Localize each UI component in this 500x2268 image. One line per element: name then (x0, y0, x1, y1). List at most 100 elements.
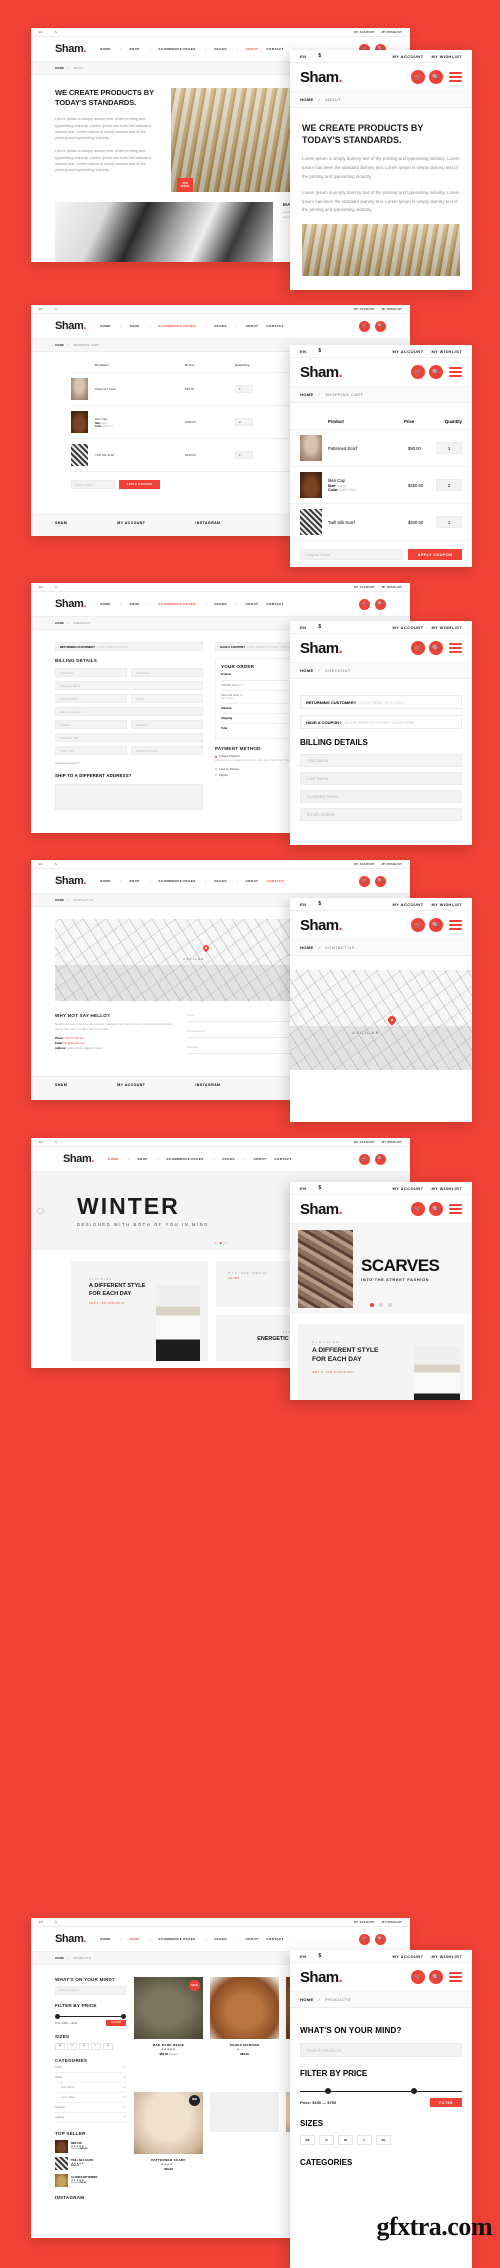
lang-selector[interactable]: EN (39, 308, 43, 311)
address2-field[interactable]: Address 2 (131, 720, 203, 729)
nav-item-shop[interactable]: SHOP (130, 879, 140, 883)
size-option-s[interactable]: S (67, 2043, 77, 2050)
category-item[interactable]: Side Tables (4) (55, 2083, 126, 2093)
returning-customer-notice[interactable]: RETURNING CUSTOMER? CLICK HERE TO LOGIN (55, 642, 203, 651)
nav-item-about[interactable]: ABOUT (246, 47, 259, 51)
currency-selector[interactable]: $ (318, 624, 321, 630)
lang-selector[interactable]: EN (300, 1954, 306, 1959)
my-account-link[interactable]: MY ACCOUNT (354, 1141, 374, 1144)
slider-handle-min[interactable] (325, 2088, 331, 2094)
last-name-field[interactable]: Last Name (131, 668, 203, 677)
hamburger-icon[interactable] (449, 920, 462, 930)
nav-item-ecommerce-pages[interactable]: ECOMMERCE PAGES (159, 602, 196, 606)
nav-item-pages[interactable]: PAGES (214, 324, 226, 328)
logo[interactable]: Sham. (55, 598, 86, 610)
search-icon[interactable]: 🔍 (429, 365, 443, 379)
last-name-field[interactable]: Last Name (300, 772, 462, 785)
nav-item-contact[interactable]: CONTACT (266, 1937, 283, 1941)
nav-item-about[interactable]: ABOUT (246, 1937, 259, 1941)
nav-item-about[interactable]: ABOUT (254, 1157, 267, 1161)
search-icon[interactable]: 🔍 (375, 598, 386, 610)
my-wishlist-link[interactable]: MY WISHLIST (382, 863, 402, 866)
phone-field[interactable]: Phone (131, 694, 203, 703)
nav-item-contact[interactable]: CONTACT (266, 324, 283, 328)
category-item[interactable]: Lunch Tables (5) (55, 2093, 126, 2103)
company-name-field[interactable]: Company Name (300, 790, 462, 803)
product-card[interactable]: NEW PATTERNED SCARF ★★★★★ $39.99 (134, 2091, 203, 2200)
search-icon[interactable]: 🔍 (375, 320, 386, 332)
category-item[interactable]: Couches (3) (55, 2103, 126, 2113)
lang-selector[interactable]: EN (39, 863, 43, 866)
breadcrumb-home[interactable]: HOME (55, 899, 64, 902)
my-wishlist-link[interactable]: MY WISHLIST (431, 54, 462, 59)
quantity-stepper[interactable]: 1 (436, 516, 462, 528)
quantity-stepper[interactable]: 2 (436, 479, 462, 491)
search-icon[interactable]: 🔍 (429, 70, 443, 84)
slider-handle-max[interactable] (411, 2088, 417, 2094)
product-card[interactable]: SALE BAG DARK BEIGE ★★★★★ $66.50 $90.00 (134, 1977, 203, 2085)
company-name-field[interactable]: Company Name (55, 681, 203, 690)
logo[interactable]: Sham. (55, 43, 86, 55)
size-option-xs[interactable]: XS (300, 2135, 315, 2145)
country-select[interactable]: Select a Country... (55, 707, 203, 716)
category-item[interactable]: Lighting (7) (55, 2113, 126, 2123)
address-field[interactable]: Address (55, 720, 127, 729)
cart-icon[interactable]: 🛒 (359, 598, 370, 610)
top-seller-item[interactable]: MEN CAP ★★★★★ $550.00 $450.00 (55, 2139, 126, 2153)
cart-icon[interactable]: 🛒 (411, 1970, 425, 1984)
cart-icon[interactable]: 🛒 (359, 1933, 370, 1945)
breadcrumb-home[interactable]: HOME (55, 344, 64, 347)
promo-card-clothing[interactable]: CLOTHING A DIFFERENT STYLE FOR EACH DAY … (71, 1261, 208, 1361)
top-seller-item[interactable]: TWILL SILK SCARF ★★★★★ $200.00 (55, 2156, 126, 2170)
cart-icon[interactable]: 🛒 (359, 875, 370, 887)
currency-selector[interactable]: $ (318, 901, 321, 907)
product-name[interactable]: Men Cap (328, 478, 408, 483)
product-name[interactable]: Twill Silk Scarf (95, 453, 185, 457)
size-option-l[interactable]: L (91, 2043, 101, 2050)
breadcrumb-home[interactable]: HOME (300, 1997, 314, 2002)
logo[interactable]: Sham. (300, 364, 343, 381)
nav-item-ecommerce-pages[interactable]: ECOMMERCE PAGES (159, 324, 196, 328)
lang-selector[interactable]: EN (300, 54, 306, 59)
logo[interactable]: Sham. (55, 1933, 86, 1945)
nav-item-shop[interactable]: SHOP (138, 1157, 148, 1161)
breadcrumb-home[interactable]: HOME (55, 67, 64, 70)
my-account-link[interactable]: MY ACCOUNT (354, 863, 374, 866)
phone-value[interactable]: +44 121 000 111 (65, 1037, 84, 1040)
my-account-link[interactable]: MY ACCOUNT (393, 1186, 424, 1191)
my-wishlist-link[interactable]: MY WISHLIST (431, 625, 462, 630)
currency-selector[interactable]: $ (318, 53, 321, 59)
logo[interactable]: Sham. (55, 320, 86, 332)
nav-item-shop[interactable]: SHOP (130, 324, 140, 328)
my-account-link[interactable]: MY ACCOUNT (354, 586, 374, 589)
filter-button[interactable]: FILTER (430, 2098, 462, 2107)
lang-selector[interactable]: EN (300, 349, 306, 354)
my-wishlist-link[interactable]: MY WISHLIST (431, 902, 462, 907)
my-account-link[interactable]: MY ACCOUNT (393, 625, 424, 630)
quantity-stepper[interactable]: 1 (436, 442, 462, 454)
size-option-m[interactable]: M (79, 2043, 89, 2050)
search-icon[interactable]: 🔍 (429, 918, 443, 932)
breadcrumb-home[interactable]: HOME (300, 97, 314, 102)
currency-selector[interactable]: $ (318, 1953, 321, 1959)
first-name-field[interactable]: First Name (55, 668, 127, 677)
product-name[interactable]: BAG DARK BEIGE (134, 2043, 203, 2047)
my-account-link[interactable]: MY ACCOUNT (393, 349, 424, 354)
first-name-field[interactable]: First Name (300, 754, 462, 767)
cart-icon[interactable]: 🛒 (359, 320, 370, 332)
currency-selector[interactable]: $ (55, 863, 57, 866)
create-account-checkbox[interactable]: Create an account? (55, 761, 203, 765)
size-option-m[interactable]: M (338, 2135, 353, 2145)
breadcrumb-home[interactable]: HOME (55, 622, 64, 625)
breadcrumb-home[interactable]: HOME (300, 945, 314, 950)
nav-item-pages[interactable]: PAGES (214, 47, 226, 51)
logo[interactable]: Sham. (63, 1153, 94, 1165)
apply-coupon-button[interactable]: APPLY COUPON (408, 549, 462, 560)
nav-item-home[interactable]: HOME (108, 1157, 119, 1161)
lang-selector[interactable]: EN (39, 31, 43, 34)
nav-item-contact[interactable]: CONTACT (266, 602, 283, 606)
nav-item-shop[interactable]: SHOP (130, 47, 140, 51)
coupon-input[interactable]: Coupon Code (300, 549, 403, 560)
nav-item-pages[interactable]: PAGES (214, 1937, 226, 1941)
lang-selector[interactable]: EN (300, 902, 306, 907)
